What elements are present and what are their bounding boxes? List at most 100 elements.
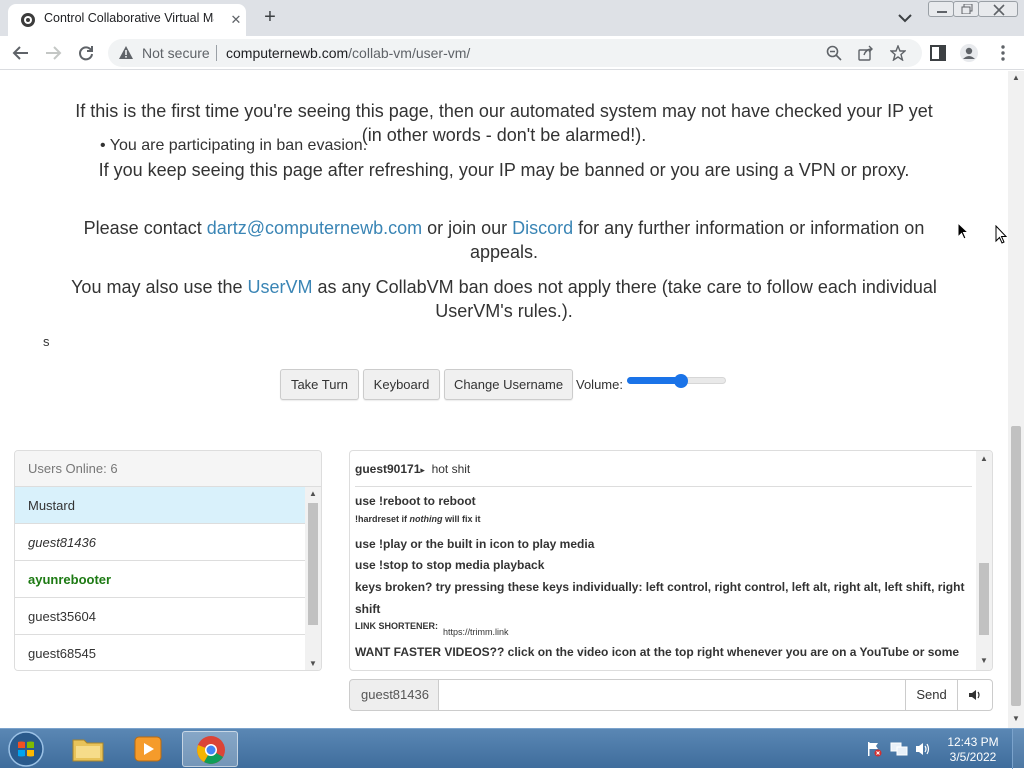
chat-scrollbar[interactable]: ▲ ▼ xyxy=(976,451,992,670)
chat-username: guest90171 xyxy=(355,462,421,476)
take-turn-button[interactable]: Take Turn xyxy=(280,369,359,400)
speaker-icon xyxy=(969,690,980,700)
uservm-paragraph: You may also use the UserVM as any Colla… xyxy=(70,275,938,323)
chat-line-faster-videos: WANT FASTER VIDEOS?? click on the video … xyxy=(355,645,960,659)
back-arrow-icon[interactable] xyxy=(12,44,30,62)
browser-toolbar: Not secure computernewb.com/collab-vm/us… xyxy=(0,36,1024,70)
close-window-button[interactable] xyxy=(978,1,1018,17)
contact-paragraph: Please contact dartz@computernewb.com or… xyxy=(70,216,938,264)
chat-username-label: guest81436 xyxy=(349,679,439,711)
browser-tab[interactable]: Control Collaborative Virtual Ma ✕ xyxy=(8,4,246,36)
profile-avatar-icon[interactable] xyxy=(960,44,978,62)
refresh-paragraph: If you keep seeing this page after refre… xyxy=(98,160,910,180)
address-bar[interactable]: Not secure computernewb.com/collab-vm/us… xyxy=(108,39,922,67)
user-list-item[interactable]: ayunrebooter xyxy=(15,561,305,598)
chat-panel: guest90171▸ hot shit use !reboot to rebo… xyxy=(349,450,993,671)
chevron-down-icon[interactable] xyxy=(896,10,914,26)
media-player-icon xyxy=(134,736,162,762)
users-scrollbar-thumb[interactable] xyxy=(308,503,318,625)
tab-close-icon[interactable]: ✕ xyxy=(228,12,244,28)
url-text[interactable]: computernewb.com/collab-vm/user-vm/ xyxy=(226,45,470,61)
hardreset-emphasis: nothing xyxy=(409,514,443,524)
side-panel-icon[interactable] xyxy=(929,44,947,62)
user-list-item[interactable]: guest68545 xyxy=(15,635,305,670)
reload-icon[interactable] xyxy=(77,44,95,62)
chat-sound-button[interactable] xyxy=(957,679,993,711)
chat-line-stop: use !stop to stop media playback xyxy=(355,558,545,572)
start-button-icon[interactable] xyxy=(6,730,46,768)
warning-icon[interactable] xyxy=(118,45,134,61)
tab-strip: Control Collaborative Virtual Ma ✕ + xyxy=(0,0,1024,36)
page-scrollbar-thumb[interactable] xyxy=(1011,426,1021,706)
change-username-button[interactable]: Change Username xyxy=(444,369,573,400)
clock-time: 12:43 PM xyxy=(947,735,999,749)
stray-text: s xyxy=(43,334,50,349)
tab-title: Control Collaborative Virtual Ma xyxy=(44,11,214,25)
action-center-flag-icon[interactable] xyxy=(866,741,882,757)
minimize-icon xyxy=(937,11,947,13)
show-desktop-button[interactable] xyxy=(1012,729,1024,769)
new-tab-icon[interactable]: + xyxy=(258,6,282,30)
shortener-link[interactable]: https://trimm.link xyxy=(443,627,509,637)
uservm-suffix: as any CollabVM ban does not apply there… xyxy=(312,277,937,321)
email-link[interactable]: dartz@computernewb.com xyxy=(207,218,422,238)
minimize-button[interactable] xyxy=(928,1,954,17)
users-online-header: Users Online: 6 xyxy=(15,451,321,487)
forward-arrow-icon[interactable] xyxy=(44,44,62,62)
volume-icon[interactable] xyxy=(914,741,932,757)
first-time-paragraph: If this is the first time you're seeing … xyxy=(75,101,933,145)
chat-message-text: hot shit xyxy=(431,462,471,476)
restore-button[interactable] xyxy=(953,1,979,17)
users-online-panel: Users Online: 6 Mustard guest81436 ayunr… xyxy=(14,450,322,671)
volume-slider-thumb[interactable] xyxy=(674,374,688,388)
share-icon[interactable] xyxy=(858,45,874,61)
page-content: • You are participating in ban evasion. … xyxy=(0,71,1008,728)
page-scrollbar[interactable]: ▲ ▼ xyxy=(1008,71,1024,728)
keyboard-button[interactable]: Keyboard xyxy=(363,369,440,400)
volume-label: Volume: xyxy=(576,377,623,392)
contact-mid: or join our xyxy=(422,218,513,238)
chat-line-hardreset: !hardreset if nothing will fix it xyxy=(355,514,481,524)
users-scrollbar[interactable]: ▲ ▼ xyxy=(305,487,321,670)
taskbar-media-player-button[interactable] xyxy=(120,731,176,767)
kebab-menu-icon[interactable] xyxy=(994,44,1012,62)
chat-line-reboot: use !reboot to reboot xyxy=(355,494,476,508)
send-button[interactable]: Send xyxy=(905,679,958,711)
scroll-down-icon[interactable]: ▼ xyxy=(309,659,317,668)
taskbar-explorer-button[interactable] xyxy=(60,731,116,767)
folder-icon xyxy=(72,739,104,762)
chat-line-shortener: LINK SHORTENER: https://trimm.link xyxy=(355,621,509,637)
user-list-item[interactable]: Mustard xyxy=(15,487,305,524)
clock-date: 3/5/2022 xyxy=(949,750,997,764)
scroll-down-icon[interactable]: ▼ xyxy=(980,656,988,665)
uservm-link[interactable]: UserVM xyxy=(248,277,313,297)
chat-scrollbar-thumb[interactable] xyxy=(979,563,989,635)
hardreset-part-b: will fix it xyxy=(442,514,481,524)
taskbar-chrome-button[interactable] xyxy=(182,731,238,767)
url-path: /collab-vm/user-vm/ xyxy=(348,45,471,61)
zoom-icon[interactable] xyxy=(826,45,842,61)
scroll-down-icon[interactable]: ▼ xyxy=(1012,714,1020,723)
hardreset-part-a: !hardreset if xyxy=(355,514,410,524)
taskbar-clock[interactable]: 12:43 PM 3/5/2022 xyxy=(940,735,1006,765)
network-icon[interactable] xyxy=(890,741,908,757)
volume-slider-fill xyxy=(627,377,681,384)
restore-icon xyxy=(961,4,973,14)
chat-line-play: use !play or the built in icon to play m… xyxy=(355,537,595,551)
chat-divider xyxy=(355,486,972,487)
close-icon xyxy=(993,4,1005,16)
uservm-prefix: You may also use the xyxy=(71,277,248,297)
taskbar: 12:43 PM 3/5/2022 xyxy=(0,728,1024,769)
discord-link[interactable]: Discord xyxy=(512,218,573,238)
chat-message-input[interactable] xyxy=(438,679,906,711)
scroll-up-icon[interactable]: ▲ xyxy=(1012,73,1020,82)
user-list-item[interactable]: guest35604 xyxy=(15,598,305,635)
tab-favicon-icon xyxy=(21,13,35,27)
security-label[interactable]: Not secure xyxy=(142,45,210,61)
scroll-up-icon[interactable]: ▲ xyxy=(309,489,317,498)
scroll-up-icon[interactable]: ▲ xyxy=(980,454,988,463)
user-list-item[interactable]: guest81436 xyxy=(15,524,305,561)
contact-prefix: Please contact xyxy=(83,218,207,238)
chat-arrow-icon: ▸ xyxy=(420,465,425,475)
bookmark-star-icon[interactable] xyxy=(890,45,906,61)
